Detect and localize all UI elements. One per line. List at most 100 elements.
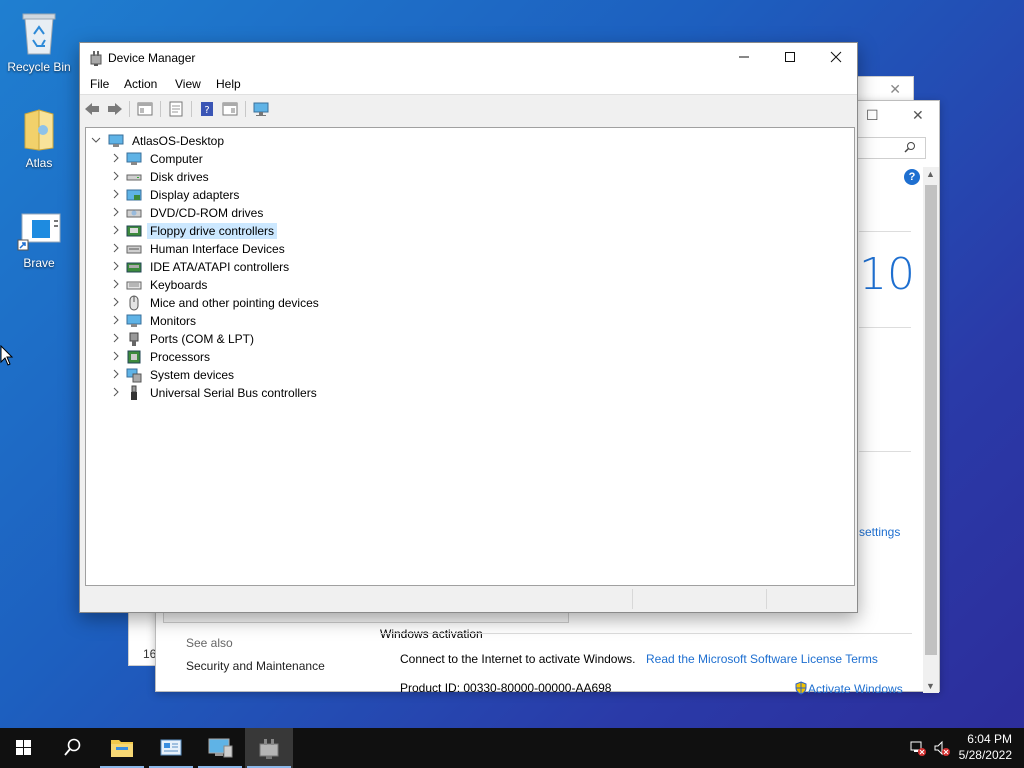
menu-file[interactable]: File (90, 77, 109, 91)
clock[interactable]: 6:04 PM 5/28/2022 (959, 731, 1012, 763)
device-manager-taskbar-button[interactable] (245, 728, 293, 768)
search-icon[interactable] (904, 141, 916, 153)
network-disconnected-icon[interactable] (909, 739, 927, 760)
minimize-icon (739, 56, 749, 58)
expand-chevron-icon[interactable] (111, 279, 121, 291)
action-pane-icon[interactable] (222, 101, 238, 117)
device-category-row[interactable]: Mice and other pointing devices (111, 294, 431, 312)
search-icon (64, 738, 81, 756)
close-icon[interactable]: ✕ (912, 107, 924, 124)
volume-muted-icon[interactable] (933, 739, 951, 760)
license-terms-link[interactable]: Read the Microsoft Software License Term… (646, 652, 878, 666)
device-category-label: IDE ATA/ATAPI controllers (150, 260, 290, 274)
ide-controller-icon (126, 262, 142, 273)
expand-chevron-icon[interactable] (111, 315, 121, 327)
expand-chevron-icon[interactable] (111, 297, 121, 309)
scroll-down-icon[interactable]: ▼ (926, 681, 935, 691)
menu-view[interactable]: View (175, 77, 201, 91)
device-category-row[interactable]: DVD/CD-ROM drives (111, 204, 431, 222)
device-category-row[interactable]: Keyboards (111, 276, 431, 294)
device-category-row[interactable]: Processors (111, 348, 431, 366)
status-divider (766, 589, 767, 609)
device-category-row[interactable]: Floppy drive controllers (111, 222, 431, 240)
change-settings-link[interactable]: settings (859, 525, 900, 539)
file-explorer-taskbar-button[interactable] (98, 728, 146, 768)
tree-root[interactable]: AtlasOS-Desktop (91, 132, 291, 150)
device-category-row[interactable]: System devices (111, 366, 431, 384)
close-button[interactable] (813, 43, 859, 73)
back-arrow-icon[interactable] (84, 101, 100, 117)
window-title: Device Manager (108, 51, 196, 65)
expand-chevron-icon[interactable] (111, 207, 121, 219)
usb-icon (131, 385, 137, 400)
help-book-icon[interactable]: ? (199, 101, 215, 117)
toolbar-separator (129, 101, 130, 117)
computer-icon (126, 152, 142, 165)
brave-desktop-icon[interactable]: Brave (1, 212, 77, 270)
menu-action[interactable]: Action (124, 77, 157, 91)
scan-hardware-icon[interactable] (253, 101, 269, 117)
status-bar (82, 588, 855, 610)
title-bar[interactable]: Device Manager (80, 43, 857, 73)
atlas-folder-desktop-icon[interactable]: Atlas (1, 108, 77, 170)
disk-drive-icon (126, 174, 142, 181)
windows-logo-icon (16, 740, 31, 755)
expand-chevron-icon[interactable] (111, 387, 121, 399)
minimize-button[interactable] (721, 43, 767, 73)
device-category-row[interactable]: Display adapters (111, 186, 431, 204)
forward-arrow-icon[interactable] (107, 101, 123, 117)
device-category-row[interactable]: Human Interface Devices (111, 240, 431, 258)
control-panel-taskbar-button[interactable] (147, 728, 195, 768)
expand-chevron-icon[interactable] (111, 369, 121, 381)
device-category-label: Keyboards (150, 278, 208, 292)
folder-icon (24, 109, 54, 151)
uac-shield-icon (795, 681, 807, 695)
vertical-scrollbar[interactable]: ▲ ▼ (923, 167, 939, 693)
collapse-chevron-icon[interactable] (91, 135, 101, 147)
menu-help[interactable]: Help (216, 77, 241, 91)
scroll-up-icon[interactable]: ▲ (926, 169, 935, 179)
expand-chevron-icon[interactable] (111, 333, 121, 345)
recycle-bin-label: Recycle Bin (7, 60, 71, 74)
device-tree[interactable]: AtlasOS-Desktop Computer Disk drives Displ… (85, 127, 855, 586)
device-manager-icon (259, 739, 279, 759)
close-icon[interactable]: ✕ (889, 81, 901, 98)
device-category-label: System devices (150, 368, 235, 382)
device-category-row[interactable]: Disk drives (111, 168, 431, 186)
expand-chevron-icon[interactable] (111, 189, 121, 201)
expand-chevron-icon[interactable] (111, 225, 121, 237)
security-maintenance-link[interactable]: Security and Maintenance (186, 659, 325, 673)
device-category-row[interactable]: IDE ATA/ATAPI controllers (111, 258, 431, 276)
expand-chevron-icon[interactable] (111, 351, 121, 363)
activation-status-text: Connect to the Internet to activate Wind… (400, 652, 636, 666)
monitor-icon (126, 314, 142, 327)
activate-windows-link[interactable]: Activate Windows (794, 681, 903, 696)
divider (380, 633, 912, 634)
device-category-row[interactable]: Universal Serial Bus controllers (111, 384, 431, 402)
atlas-label: Atlas (25, 156, 53, 170)
device-category-label: Ports (COM & LPT) (150, 332, 255, 346)
scrollbar-thumb[interactable] (925, 185, 937, 655)
recycle-bin-desktop-icon[interactable]: Recycle Bin (1, 8, 77, 74)
maximize-icon[interactable]: ☐ (866, 107, 879, 124)
show-hide-console-tree-icon[interactable] (137, 101, 153, 117)
start-button[interactable] (0, 728, 48, 768)
expand-chevron-icon[interactable] (111, 171, 121, 183)
product-id-text: Product ID: 00330-80000-00000-AA698 (400, 681, 612, 695)
taskbar: 6:04 PM 5/28/2022 (0, 728, 1024, 768)
expand-chevron-icon[interactable] (111, 261, 121, 273)
expand-chevron-icon[interactable] (111, 243, 121, 255)
divider (859, 231, 911, 232)
system-properties-taskbar-button[interactable] (196, 728, 244, 768)
expand-chevron-icon[interactable] (111, 153, 121, 165)
device-category-row[interactable]: Computer (111, 150, 431, 168)
device-category-row[interactable]: Ports (COM & LPT) (111, 330, 431, 348)
root-computer-name: AtlasOS-Desktop (132, 134, 225, 148)
clock-date: 5/28/2022 (958, 748, 1012, 762)
device-category-row[interactable]: Monitors (111, 312, 431, 330)
properties-icon[interactable] (168, 101, 184, 117)
maximize-button[interactable] (767, 43, 813, 73)
search-button[interactable] (48, 728, 96, 768)
shortcut-icon (17, 213, 61, 251)
help-icon[interactable]: ? (904, 169, 920, 185)
